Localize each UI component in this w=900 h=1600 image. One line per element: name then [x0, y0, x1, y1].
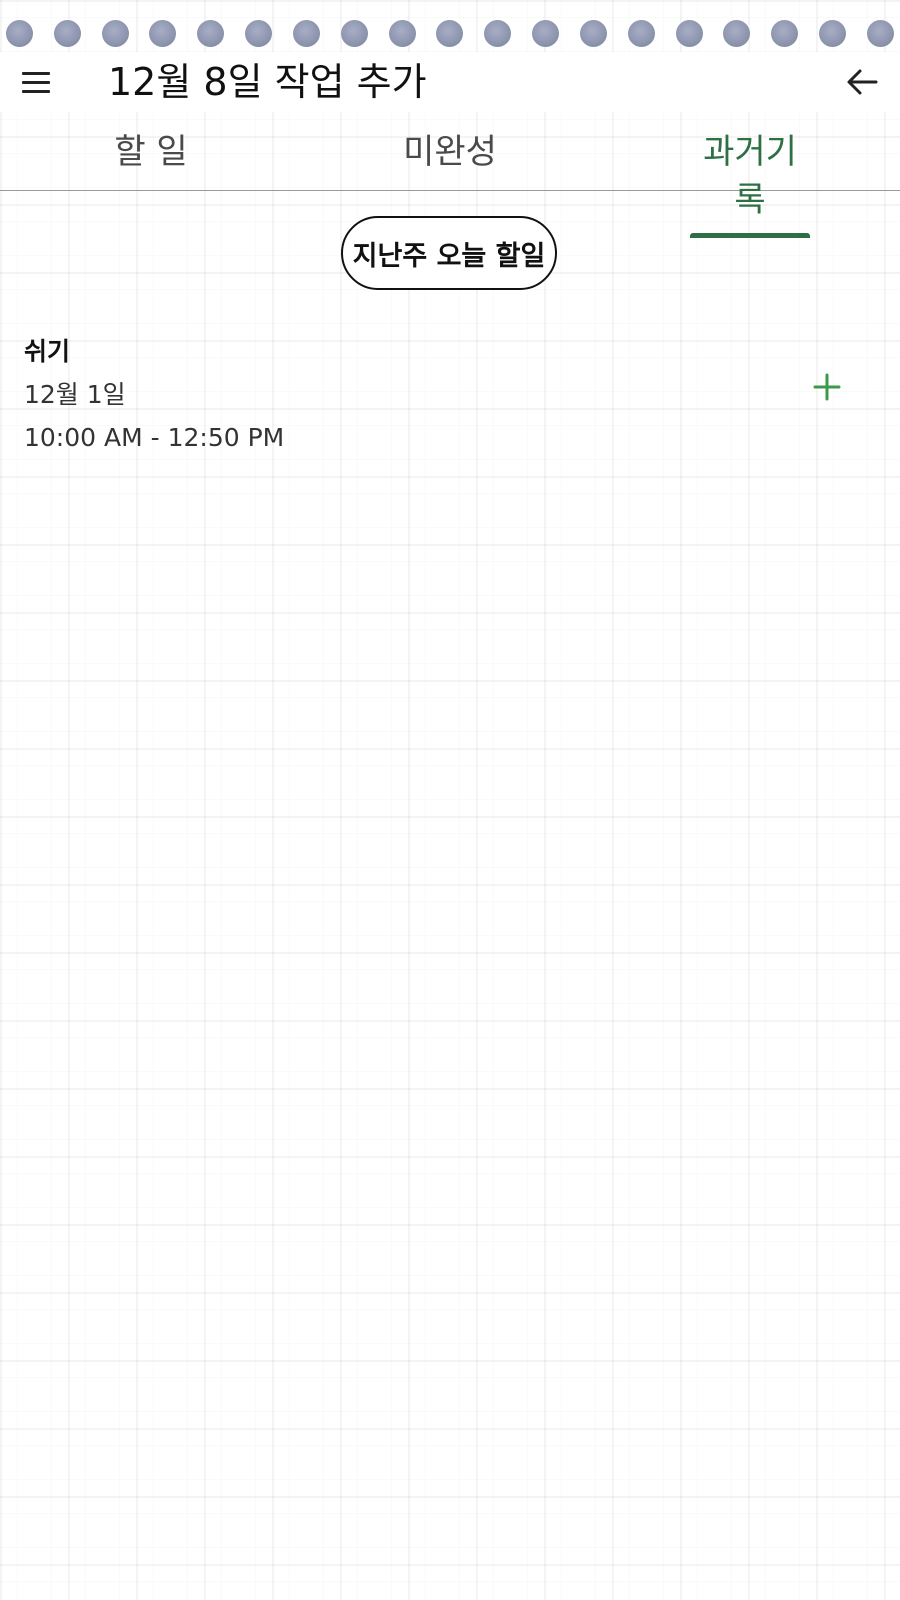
tab-bar: 할 일 미완성 과거기록	[0, 118, 900, 238]
binding-hole	[245, 20, 273, 47]
binding-hole	[484, 20, 512, 47]
binding-hole	[771, 20, 799, 47]
tab-history[interactable]: 과거기록	[690, 128, 810, 238]
binding-hole	[866, 20, 894, 47]
task-date: 12월 1일	[24, 380, 126, 409]
task-time-range: 10:00 AM - 12:50 PM	[24, 423, 285, 452]
task-title: 쉬기	[24, 337, 71, 366]
binding-hole	[436, 20, 464, 47]
app-bar: 12월 8일 작업 추가	[0, 52, 900, 112]
binding-hole	[532, 20, 560, 47]
binding-hole	[6, 20, 33, 47]
binding-hole	[723, 20, 751, 47]
tab-todo[interactable]: 할 일	[96, 128, 206, 190]
tab-incomplete[interactable]: 미완성	[392, 128, 508, 190]
active-tab-indicator	[690, 233, 810, 238]
tab-label: 과거기록	[690, 128, 810, 238]
binding-hole	[819, 20, 847, 47]
plus-icon[interactable]	[809, 369, 845, 405]
binding-hole	[627, 20, 655, 47]
binding-hole	[53, 20, 81, 47]
binding-hole	[292, 20, 320, 47]
arrow-left-icon[interactable]	[840, 60, 884, 104]
page-title: 12월 8일 작업 추가	[108, 60, 427, 104]
binding-hole	[340, 20, 368, 47]
list-item[interactable]: 쉬기 12월 1일 10:00 AM - 12:50 PM	[0, 334, 900, 464]
binding-hole	[149, 20, 177, 47]
binding-hole	[101, 20, 129, 47]
binding-hole	[197, 20, 225, 47]
tab-label: 할 일	[114, 132, 188, 172]
binding-hole	[388, 20, 416, 47]
binding-hole	[579, 20, 607, 47]
tab-label: 미완성	[403, 132, 497, 172]
last-week-today-button[interactable]: 지난주 오늘 할일	[341, 216, 557, 290]
spiral-binding	[0, 20, 900, 52]
hamburger-menu-icon[interactable]	[22, 66, 62, 98]
binding-hole	[675, 20, 703, 47]
